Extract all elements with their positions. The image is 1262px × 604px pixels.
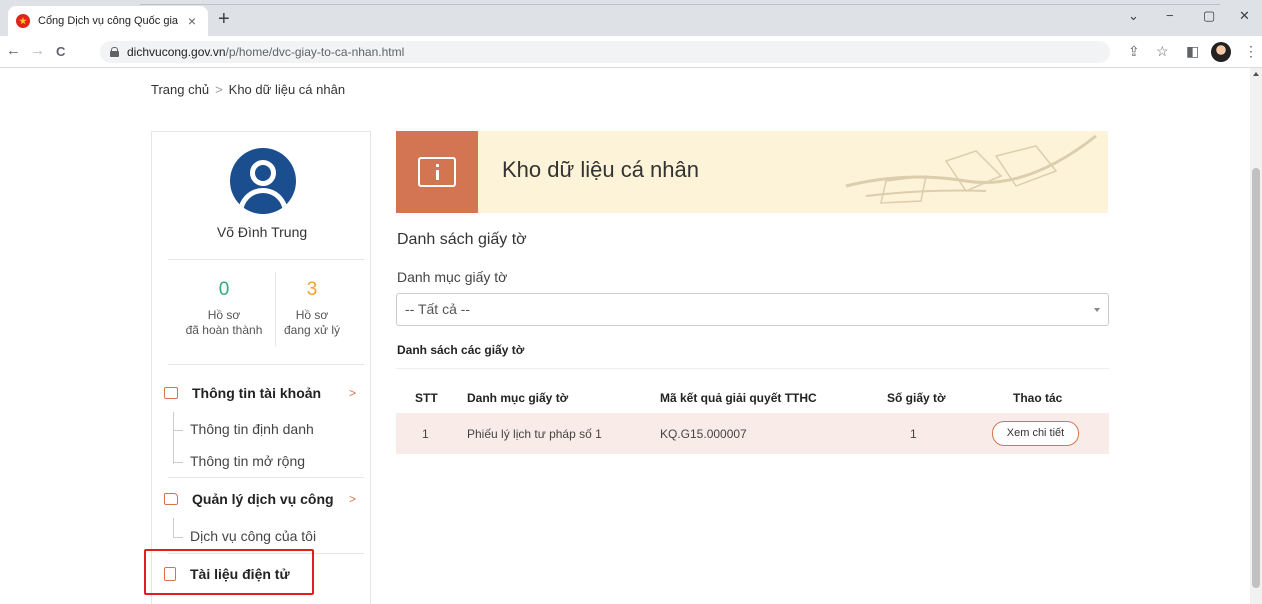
highlight-annotation bbox=[144, 549, 314, 595]
stat-completed-value: 0 bbox=[218, 279, 230, 300]
cell-count: 1 bbox=[910, 427, 917, 441]
scrollbar-thumb[interactable] bbox=[1252, 168, 1260, 588]
id-card-icon bbox=[164, 387, 178, 399]
user-name: Võ Đình Trung bbox=[216, 224, 308, 240]
share-icon[interactable]: ⇪ bbox=[1128, 43, 1140, 60]
back-icon[interactable]: ← bbox=[6, 42, 21, 59]
list-divider bbox=[396, 368, 1109, 369]
stat-processing-line1: Hồ sơ bbox=[295, 308, 329, 322]
folder-icon bbox=[164, 493, 178, 505]
menu-account-info[interactable]: Thông tin tài khoản > bbox=[164, 385, 364, 401]
tab-search-icon[interactable]: ⌄ bbox=[1128, 8, 1139, 24]
lock-icon bbox=[110, 47, 119, 57]
menu-extended-info[interactable]: Thông tin mở rộng bbox=[190, 453, 305, 469]
info-folder-icon bbox=[418, 157, 456, 187]
tree-line bbox=[173, 518, 174, 538]
close-window-button[interactable]: ✕ bbox=[1239, 8, 1250, 24]
chevron-right-icon: > bbox=[348, 386, 356, 400]
dropdown-caret-icon bbox=[1094, 308, 1100, 312]
user-avatar-icon bbox=[230, 148, 296, 214]
url-host: dichvucong.gov.vn bbox=[127, 45, 226, 59]
favicon-icon bbox=[16, 14, 30, 28]
stat-processing-label: Hồ sơ đang xử lý bbox=[262, 308, 362, 338]
col-header-count: Số giấy tờ bbox=[887, 391, 946, 405]
stat-completed[interactable]: 0 Hồ sơ đã hoàn thành bbox=[174, 280, 274, 338]
browser-tabstrip: Cổng Dịch vụ công Quốc gia × + ⌄ − ▢ ✕ bbox=[0, 0, 1262, 36]
scroll-up-icon[interactable] bbox=[1253, 72, 1259, 76]
menu-my-services[interactable]: Dịch vụ công của tôi bbox=[190, 528, 316, 544]
browser-menu-icon[interactable]: ⋮ bbox=[1244, 43, 1258, 60]
restore-button[interactable]: ▢ bbox=[1203, 8, 1215, 24]
stat-completed-line1: Hồ sơ bbox=[207, 308, 241, 322]
page-banner: Kho dữ liệu cá nhân bbox=[396, 131, 1108, 213]
banner-icon-box bbox=[396, 131, 478, 213]
account-sidebar: Võ Đình Trung 0 Hồ sơ đã hoàn thành 3 Hồ… bbox=[151, 131, 371, 604]
stat-completed-label: Hồ sơ đã hoàn thành bbox=[174, 308, 274, 338]
profile-avatar[interactable] bbox=[1211, 42, 1231, 62]
menu-account-label: Thông tin tài khoản bbox=[192, 385, 322, 401]
category-select[interactable]: -- Tất cả -- bbox=[396, 293, 1109, 326]
documents-section-title: Danh sách giấy tờ bbox=[397, 231, 527, 248]
stat-processing[interactable]: 3 Hồ sơ đang xử lý bbox=[262, 280, 362, 338]
new-tab-button[interactable]: + bbox=[218, 8, 230, 30]
browser-toolbar: ← → C dichvucong.gov.vn/p/home/dvc-giay-… bbox=[0, 36, 1262, 68]
col-header-stt: STT bbox=[415, 391, 438, 405]
stat-completed-line2: đã hoàn thành bbox=[185, 323, 263, 337]
banner-decoration bbox=[845, 134, 1097, 204]
menu-public-services[interactable]: Quản lý dịch vụ công > bbox=[164, 491, 364, 507]
browser-tab[interactable]: Cổng Dịch vụ công Quốc gia × bbox=[8, 6, 208, 36]
bookmark-star-icon[interactable]: ☆ bbox=[1156, 43, 1169, 60]
sidebar-divider bbox=[168, 477, 364, 478]
sidebar-divider bbox=[168, 364, 364, 365]
forward-icon[interactable]: → bbox=[30, 42, 45, 59]
chevron-right-icon: > bbox=[348, 492, 356, 506]
minimize-button[interactable]: − bbox=[1166, 8, 1174, 23]
side-panel-icon[interactable]: ◧ bbox=[1186, 43, 1199, 60]
reload-icon[interactable]: C bbox=[56, 44, 65, 59]
cell-category: Phiếu lý lịch tư pháp số 1 bbox=[467, 427, 602, 441]
avatar-body bbox=[238, 188, 288, 214]
tree-line bbox=[173, 412, 174, 464]
banner-title: Kho dữ liệu cá nhân bbox=[502, 157, 699, 182]
tab-close-icon[interactable]: × bbox=[184, 13, 200, 29]
breadcrumb-current: Kho dữ liệu cá nhân bbox=[228, 82, 346, 97]
breadcrumb: Trang chủ > Kho dữ liệu cá nhân bbox=[151, 82, 345, 97]
documents-list-title: Danh sách các giấy tờ bbox=[397, 343, 525, 357]
tab-title: Cổng Dịch vụ công Quốc gia bbox=[38, 15, 179, 27]
sidebar-divider bbox=[168, 259, 364, 260]
cell-code: KQ.G15.000007 bbox=[660, 427, 747, 441]
tabstrip-line bbox=[140, 4, 1220, 5]
col-header-code: Mã kết quả giải quyết TTHC bbox=[660, 391, 817, 405]
address-bar[interactable]: dichvucong.gov.vn/p/home/dvc-giay-to-ca-… bbox=[100, 41, 1110, 63]
menu-identity-info[interactable]: Thông tin định danh bbox=[190, 421, 314, 437]
tree-tick bbox=[173, 462, 183, 463]
view-details-button[interactable]: Xem chi tiết bbox=[992, 421, 1079, 446]
avatar-head bbox=[250, 160, 276, 186]
tree-tick bbox=[173, 430, 183, 431]
breadcrumb-separator: > bbox=[215, 82, 223, 97]
col-header-action: Thao tác bbox=[1013, 391, 1063, 405]
cell-stt: 1 bbox=[422, 427, 429, 441]
category-label: Danh mục giấy tờ bbox=[397, 269, 508, 285]
menu-services-label: Quản lý dịch vụ công bbox=[192, 491, 334, 507]
stat-processing-line2: đang xử lý bbox=[283, 323, 341, 337]
breadcrumb-home[interactable]: Trang chủ bbox=[151, 82, 209, 97]
page-scrollbar[interactable] bbox=[1250, 68, 1262, 604]
url-path: /p/home/dvc-giay-to-ca-nhan.html bbox=[225, 45, 405, 59]
tree-tick bbox=[173, 537, 183, 538]
col-header-category: Danh mục giấy tờ bbox=[467, 391, 569, 405]
category-select-value: -- Tất cả -- bbox=[405, 301, 471, 317]
stat-processing-value: 3 bbox=[306, 279, 318, 300]
